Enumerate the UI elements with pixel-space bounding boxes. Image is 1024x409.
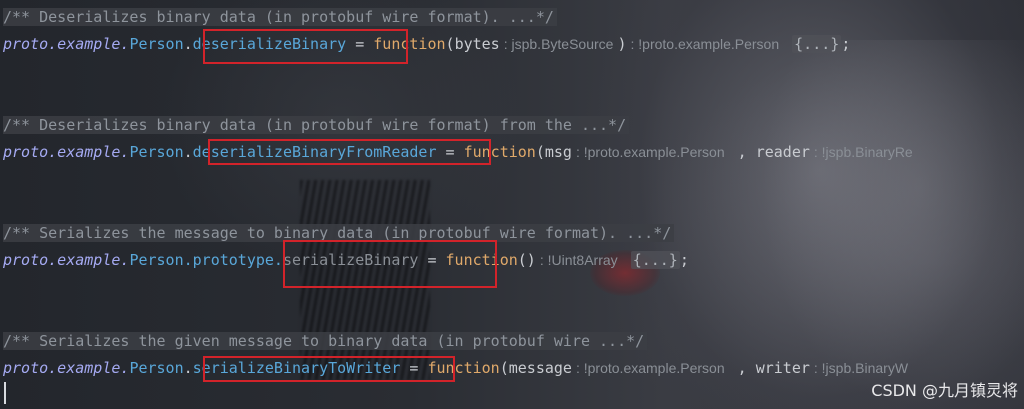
- doc-comment-line[interactable]: /** Deserializes binary data (in protobu…: [3, 114, 630, 136]
- class-name: Person: [129, 251, 184, 269]
- highlight-box: [208, 139, 491, 165]
- code-line-serialize-binary-to-writer[interactable]: proto.example.Person.serializeBinaryToWr…: [3, 357, 912, 379]
- namespace-text: proto.example.: [3, 35, 130, 53]
- doc-comment: /** Deserializes binary data (in protobu…: [3, 8, 557, 26]
- highlight-box: [203, 356, 455, 382]
- param-type-hint: : !proto.example.Person: [575, 144, 725, 160]
- return-type-hint: : !Uint8Array: [539, 252, 618, 268]
- doc-comment-line[interactable]: /** Serializes the given message to bina…: [3, 330, 648, 352]
- doc-comment: /** Deserializes binary data (in protobu…: [3, 116, 630, 134]
- code-editor[interactable]: /** Deserializes binary data (in protobu…: [0, 0, 1024, 409]
- param-name: msg: [544, 143, 572, 161]
- doc-comment: /** Serializes the given message to bina…: [3, 332, 648, 350]
- param-name: message: [508, 359, 572, 377]
- param-name: writer: [755, 359, 810, 377]
- highlight-box: [283, 240, 497, 288]
- namespace-text: proto.example.: [3, 359, 130, 377]
- param-type-hint: : !jspb.BinaryRe: [813, 144, 913, 160]
- folded-body[interactable]: {...}: [792, 35, 842, 53]
- param-type-hint: : jspb.ByteSource: [503, 36, 614, 52]
- class-name: Person: [129, 143, 184, 161]
- class-name: Person: [129, 35, 184, 53]
- text-cursor: [4, 382, 6, 404]
- highlight-box: [203, 29, 408, 64]
- param-name: reader: [755, 143, 810, 161]
- prototype-text: .prototype.: [183, 251, 283, 269]
- namespace-text: proto.example.: [3, 251, 130, 269]
- folded-body[interactable]: {...}: [630, 251, 680, 269]
- class-name: Person: [129, 359, 184, 377]
- param-name: bytes: [454, 35, 500, 53]
- doc-comment-line[interactable]: /** Deserializes binary data (in protobu…: [3, 6, 557, 28]
- return-type-hint: : !proto.example.Person: [630, 36, 780, 52]
- code-line-deserialize-binary[interactable]: proto.example.Person.deserializeBinary =…: [3, 33, 850, 55]
- namespace-text: proto.example.: [3, 143, 130, 161]
- param-type-hint: : !proto.example.Person: [575, 360, 725, 376]
- watermark: CSDN @九月镇灵将: [871, 381, 1018, 400]
- param-type-hint: : !jspb.BinaryW: [813, 360, 909, 376]
